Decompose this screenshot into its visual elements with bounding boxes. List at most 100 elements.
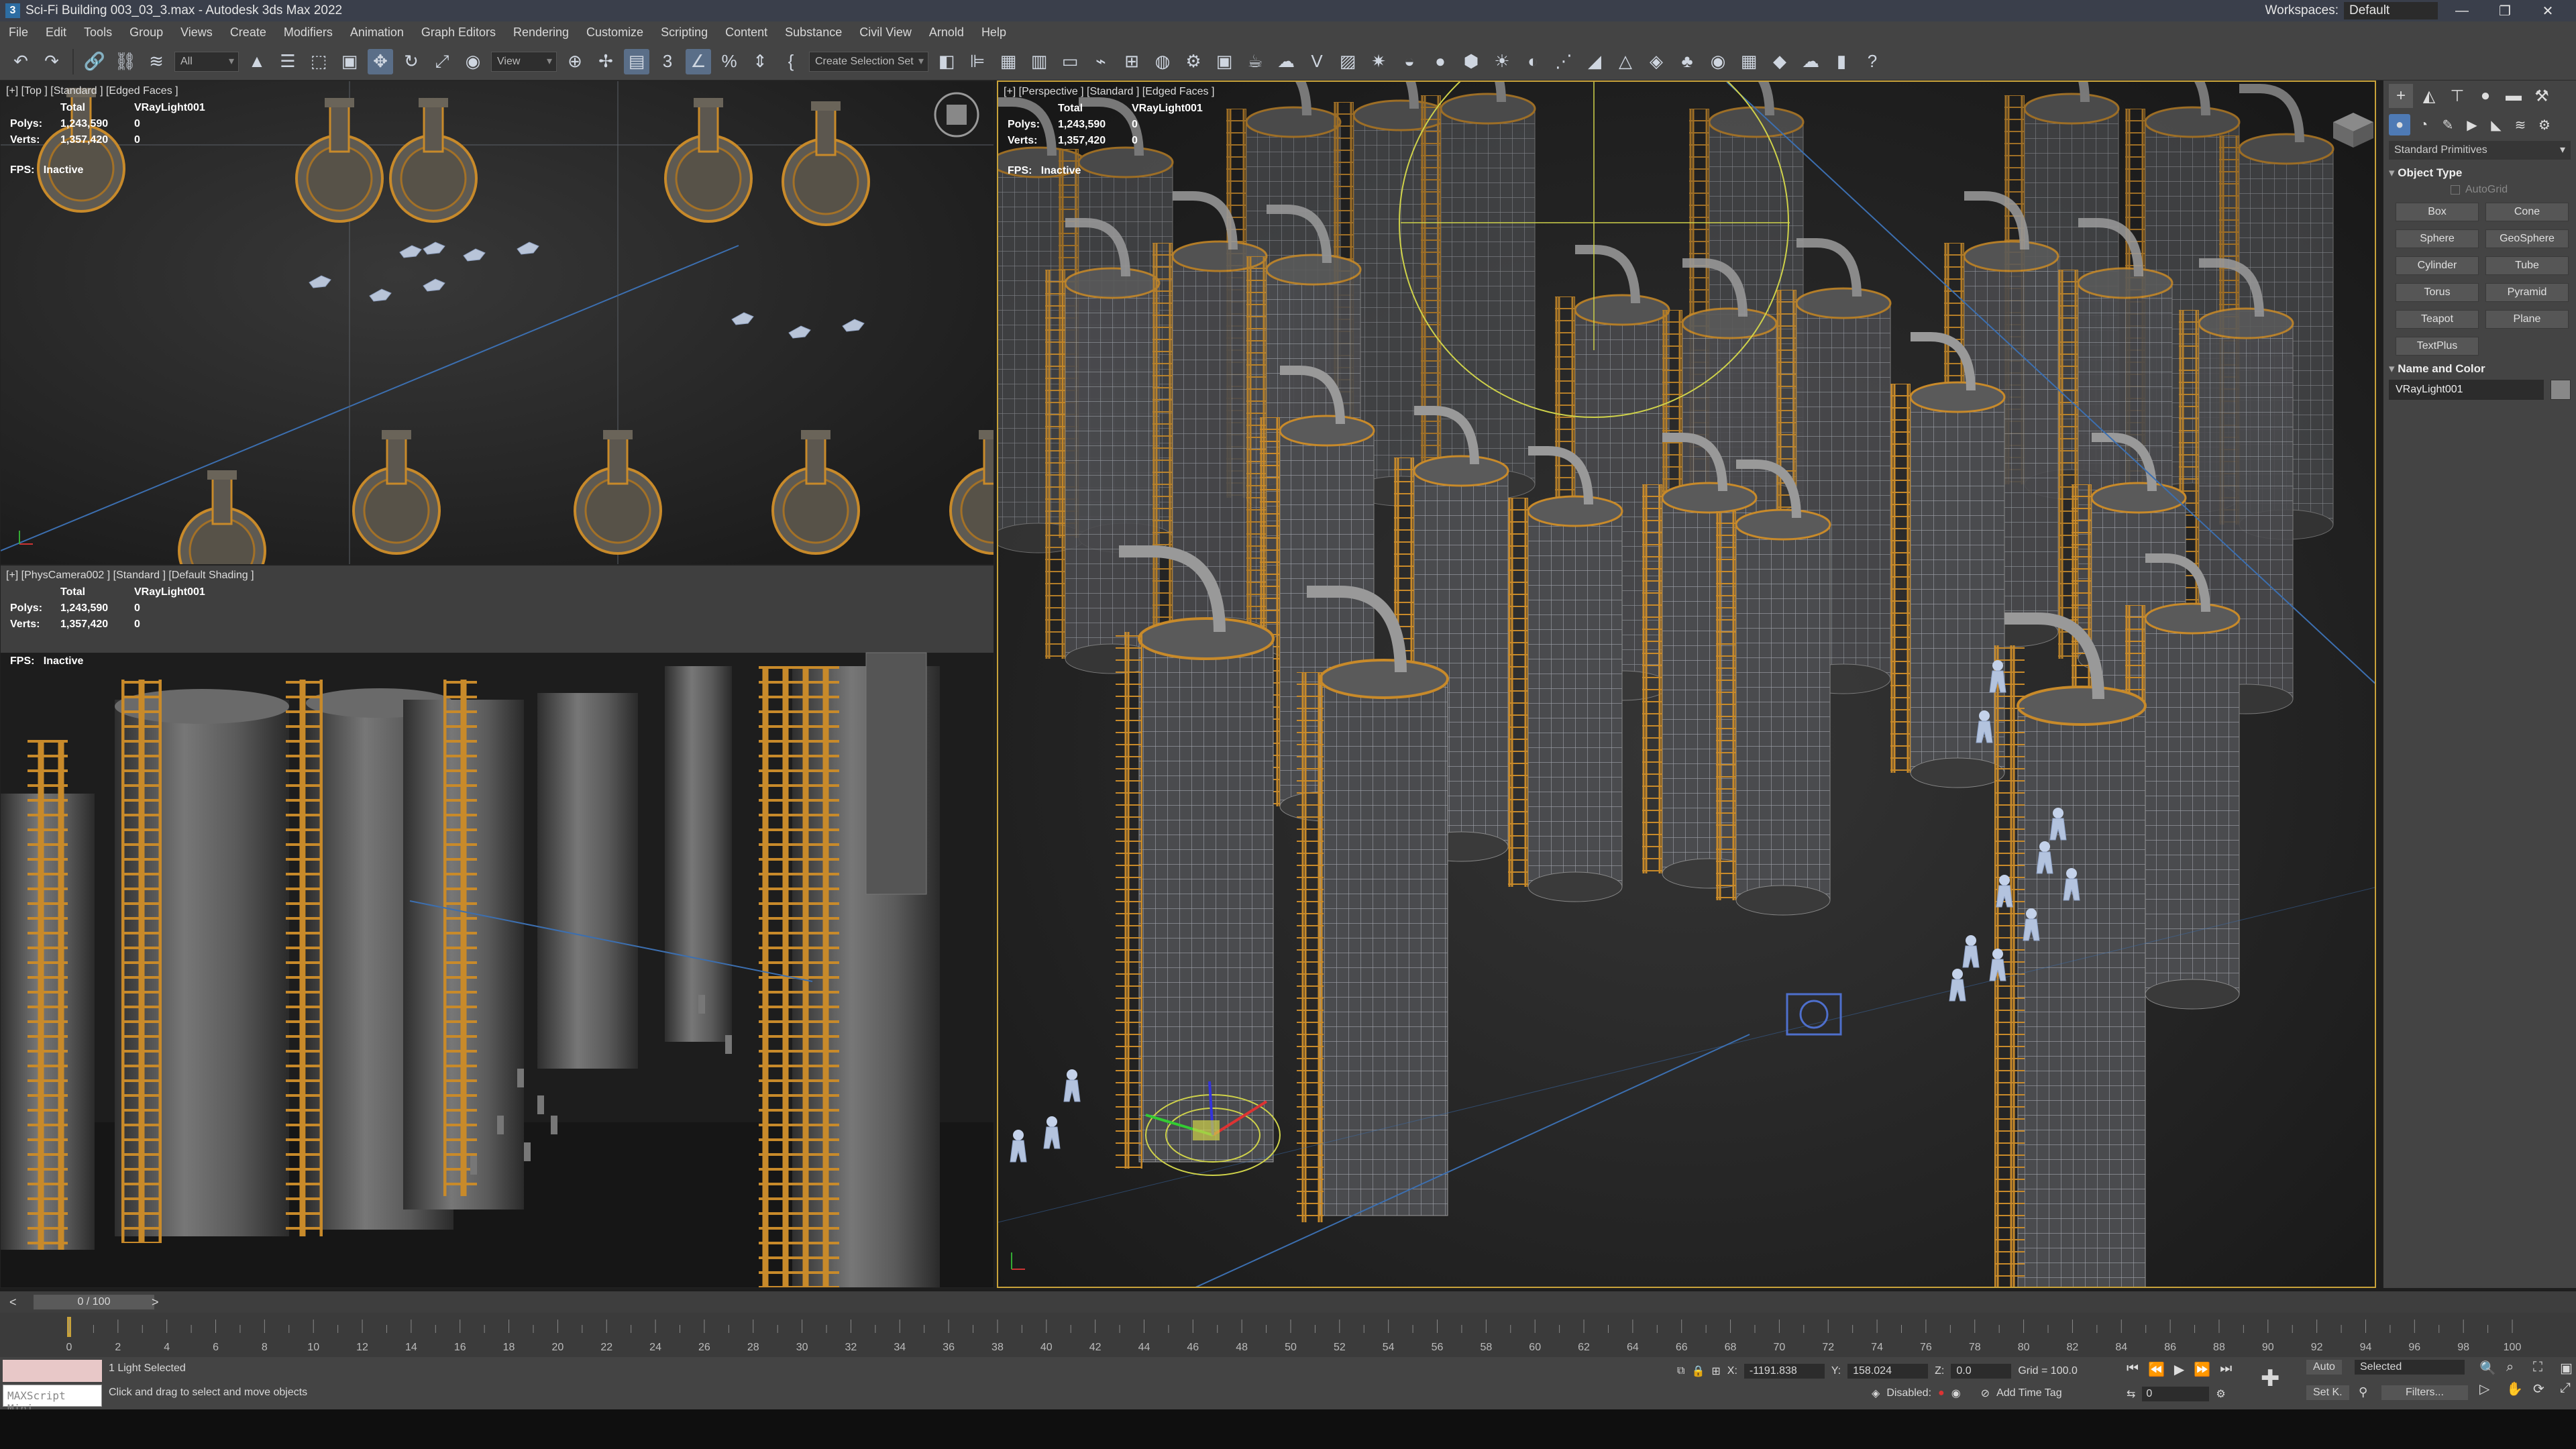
tank-cam-7[interactable] <box>759 652 940 1288</box>
helpers-icon[interactable]: ◣ <box>2485 114 2507 136</box>
vray-light-icon[interactable]: ✷ <box>1366 49 1391 74</box>
menu-item-substance[interactable]: Substance <box>776 25 851 40</box>
geometry-icon[interactable]: ● <box>2389 114 2410 136</box>
reference-coordinate-dropdown[interactable]: View <box>491 51 557 72</box>
snaps-toggle-icon[interactable]: 3 <box>655 49 680 74</box>
z-field[interactable]: 0.0 <box>1951 1364 2012 1379</box>
vray-sky-icon[interactable]: ◐ <box>1520 49 1546 74</box>
align-icon[interactable]: ⊫ <box>965 49 990 74</box>
x-field[interactable]: -1191.838 <box>1743 1364 1825 1379</box>
tank-cam-6[interactable] <box>665 666 732 1042</box>
selection-filter-dropdown[interactable]: All <box>174 51 239 72</box>
percent-snap-icon[interactable]: % <box>716 49 742 74</box>
modify-tab-icon[interactable]: ◭ <box>2417 84 2441 108</box>
window-crossing-icon[interactable]: ▣ <box>337 49 362 74</box>
set-key-button[interactable]: Set K. <box>2306 1385 2349 1400</box>
select-manipulate-icon[interactable]: ✢ <box>593 49 619 74</box>
angle-snap-icon[interactable]: ∠ <box>686 48 711 74</box>
systems-icon[interactable]: ⚙ <box>2534 114 2555 136</box>
cone-button[interactable]: Cone <box>2485 203 2569 221</box>
material-editor-icon[interactable]: ◍ <box>1150 49 1175 74</box>
add-time-tag[interactable]: Add Time Tag <box>1996 1387 2062 1399</box>
vray-dome-icon[interactable]: ◒ <box>1397 49 1422 74</box>
redo-icon[interactable]: ↷ <box>39 49 64 74</box>
maximize-viewport-icon[interactable]: ⤢ <box>2560 1381 2576 1397</box>
box-button[interactable]: Box <box>2396 203 2479 221</box>
menu-item-file[interactable]: File <box>0 25 37 40</box>
menu-item-arnold[interactable]: Arnold <box>920 25 973 40</box>
viewport-perspective[interactable]: [+] [Perspective ] [Standard ] [Edged Fa… <box>997 80 2376 1288</box>
prev-frame-icon[interactable]: ⏪ <box>2148 1361 2165 1378</box>
tank-cam-2[interactable] <box>115 680 289 1243</box>
vray-scene-icon[interactable]: ◈ <box>1644 49 1669 74</box>
y-field[interactable]: 158.024 <box>1847 1364 1929 1379</box>
rendered-frame-icon[interactable]: ▣ <box>1212 49 1237 74</box>
tank-cam-1[interactable] <box>1 740 95 1250</box>
curve-editor-icon[interactable]: ⌁ <box>1088 49 1114 74</box>
keyboard-shortcut-override-icon[interactable]: ▤ <box>624 48 649 74</box>
viewport-top[interactable]: [+] [Top ] [Standard ] [Edged Faces ] To… <box>0 80 994 565</box>
isolate-icon[interactable]: ⧉ <box>1677 1365 1684 1377</box>
menu-item-edit[interactable]: Edit <box>37 25 75 40</box>
maxscript-output[interactable] <box>3 1360 102 1382</box>
menu-item-rendering[interactable]: Rendering <box>504 25 578 40</box>
tube-button[interactable]: Tube <box>2485 256 2569 275</box>
unlink-icon[interactable]: ⛓ <box>113 49 138 74</box>
minimize-icon[interactable]: — <box>2443 3 2481 19</box>
hierarchy-tab-icon[interactable]: ⊤ <box>2445 84 2469 108</box>
pivot-center-icon[interactable]: ⊕ <box>562 49 588 74</box>
absolute-mode-icon[interactable]: ⊞ <box>1711 1364 1720 1378</box>
object-name-field[interactable]: VRayLight001 <box>2389 380 2544 400</box>
key-mode-icon[interactable]: ⇆ <box>2127 1387 2135 1401</box>
motion-tab-icon[interactable]: ● <box>2473 84 2498 108</box>
vray-tools-icon[interactable]: ▮ <box>1829 49 1854 74</box>
scale-icon[interactable]: ⤢ <box>429 49 455 74</box>
vray-proxy-icon[interactable]: △ <box>1613 49 1638 74</box>
pan-icon[interactable]: ✋ <box>2506 1381 2529 1397</box>
menu-item-help[interactable]: Help <box>973 25 1015 40</box>
viewport-top-label[interactable]: [+] [Top ] [Standard ] [Edged Faces ] <box>6 85 178 97</box>
menu-item-modifiers[interactable]: Modifiers <box>275 25 341 40</box>
autogrid-checkbox[interactable]: AutoGrid <box>2451 184 2576 196</box>
undo-icon[interactable]: ↶ <box>8 49 34 74</box>
pyramid-button[interactable]: Pyramid <box>2485 283 2569 302</box>
bind-spacewarp-icon[interactable]: ≋ <box>144 49 169 74</box>
close-icon[interactable]: ✕ <box>2529 3 2567 19</box>
schematic-view-icon[interactable]: ⊞ <box>1119 49 1144 74</box>
vray-mesh-icon[interactable]: ⬢ <box>1458 49 1484 74</box>
time-tag-icon[interactable]: ⊘ <box>1981 1387 1990 1400</box>
object-type-rollout[interactable]: Object Type <box>2389 166 2571 180</box>
rectangular-selection-icon[interactable]: ⬚ <box>306 49 331 74</box>
workspace-dropdown[interactable]: Default <box>2344 2 2438 19</box>
vray-decal-icon[interactable]: ♣ <box>1674 49 1700 74</box>
render-setup-icon[interactable]: ⚙ <box>1181 49 1206 74</box>
restore-icon[interactable]: ❐ <box>2486 3 2524 19</box>
menu-item-create[interactable]: Create <box>221 25 275 40</box>
checkbox-icon[interactable] <box>2451 185 2460 195</box>
menu-item-group[interactable]: Group <box>121 25 172 40</box>
app-icon[interactable]: 3 <box>5 3 20 18</box>
cameras-icon[interactable]: ▶ <box>2461 114 2483 136</box>
utilities-tab-icon[interactable]: ⚒ <box>2530 84 2554 108</box>
time-slider[interactable]: 0 / 100 <box>34 1295 154 1309</box>
mirror-icon[interactable]: ◧ <box>934 49 959 74</box>
menu-item-content[interactable]: Content <box>716 25 776 40</box>
time-prev-icon[interactable]: < <box>9 1295 17 1309</box>
vray-plane-icon[interactable]: ◢ <box>1582 49 1607 74</box>
play-icon[interactable]: ▶ <box>2174 1361 2184 1378</box>
display-tab-icon[interactable]: ▬ <box>2502 84 2526 108</box>
sphere-button[interactable]: Sphere <box>2396 229 2479 248</box>
vray-cloud-icon[interactable]: ☁ <box>1798 49 1823 74</box>
tank-cam-4[interactable] <box>403 680 524 1210</box>
move-icon[interactable]: ✥ <box>368 48 393 74</box>
time-config-icon[interactable]: ⚙ <box>2216 1387 2225 1401</box>
geosphere-button[interactable]: GeoSphere <box>2485 229 2569 248</box>
render-icon[interactable]: ☕ <box>1242 49 1268 74</box>
current-frame-field[interactable]: 0 <box>2142 1387 2210 1401</box>
key-filter-dropdown[interactable]: Selected <box>2355 1360 2465 1375</box>
select-object-icon[interactable]: ▲ <box>244 49 270 74</box>
time-next-icon[interactable]: > <box>152 1295 159 1309</box>
orbit-icon[interactable]: ⟳ <box>2533 1381 2556 1397</box>
link-icon[interactable]: 🔗 <box>82 49 107 74</box>
render-iterative-icon[interactable]: ☁ <box>1273 49 1299 74</box>
